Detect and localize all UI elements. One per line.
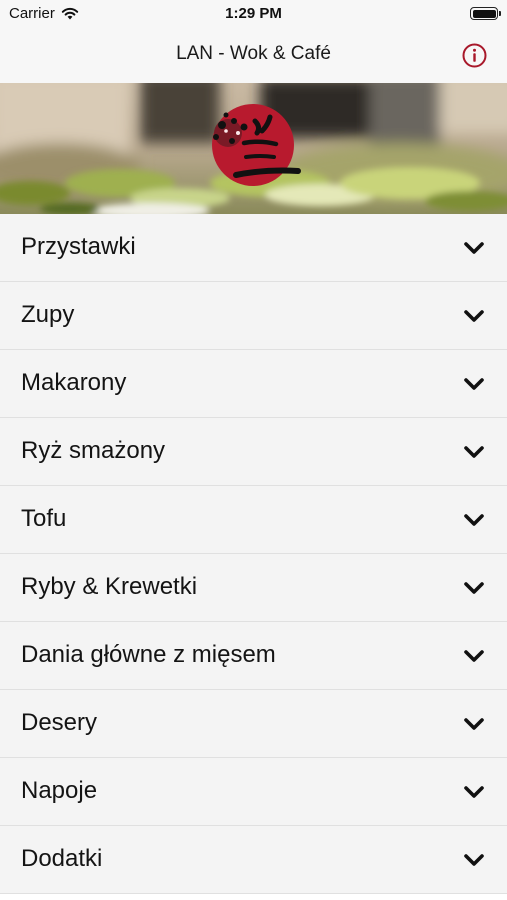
nav-bar: LAN - Wok & Café <box>0 27 507 83</box>
category-item-makarony[interactable]: Makarony <box>0 350 507 418</box>
chevron-down-icon <box>464 650 484 662</box>
chevron-down-icon <box>464 242 484 254</box>
category-label: Tofu <box>21 505 67 532</box>
category-label: Makarony <box>21 369 127 396</box>
category-label: Napoje <box>21 777 98 804</box>
category-item-napoje[interactable]: Napoje <box>0 758 507 826</box>
category-item-ryz-smazony[interactable]: Ryż smażony <box>0 418 507 486</box>
category-item-przystawki[interactable]: Przystawki <box>0 214 507 282</box>
info-icon[interactable] <box>462 43 487 68</box>
battery-icon <box>470 7 501 20</box>
category-item-tofu[interactable]: Tofu <box>0 486 507 554</box>
category-list: Przystawki Zupy Makarony Ryż smażony Tof… <box>0 214 507 894</box>
page-title: LAN - Wok & Café <box>176 43 331 64</box>
category-label: Desery <box>21 709 98 736</box>
category-item-zupy[interactable]: Zupy <box>0 282 507 350</box>
status-time: 1:29 PM <box>225 5 282 22</box>
category-item-dodatki[interactable]: Dodatki <box>0 826 507 894</box>
chevron-down-icon <box>464 514 484 526</box>
category-item-dania-glowne[interactable]: Dania główne z mięsem <box>0 622 507 690</box>
category-item-ryby-krewetki[interactable]: Ryby & Krewetki <box>0 554 507 622</box>
category-label: Ryż smażony <box>21 437 166 464</box>
status-bar: Carrier 1:29 PM <box>0 0 507 27</box>
category-label: Dodatki <box>21 845 103 872</box>
category-label: Ryby & Krewetki <box>21 573 198 600</box>
category-item-desery[interactable]: Desery <box>0 690 507 758</box>
banner-photo <box>0 83 507 214</box>
chevron-down-icon <box>464 310 484 322</box>
category-label: Dania główne z mięsem <box>21 641 276 668</box>
chevron-down-icon <box>464 378 484 390</box>
chevron-down-icon <box>464 786 484 798</box>
category-label: Przystawki <box>21 233 136 260</box>
header-banner-image <box>0 83 507 214</box>
category-label: Zupy <box>21 301 75 328</box>
chevron-down-icon <box>464 718 484 730</box>
chevron-down-icon <box>464 582 484 594</box>
chevron-down-icon <box>464 854 484 866</box>
chevron-down-icon <box>464 446 484 458</box>
